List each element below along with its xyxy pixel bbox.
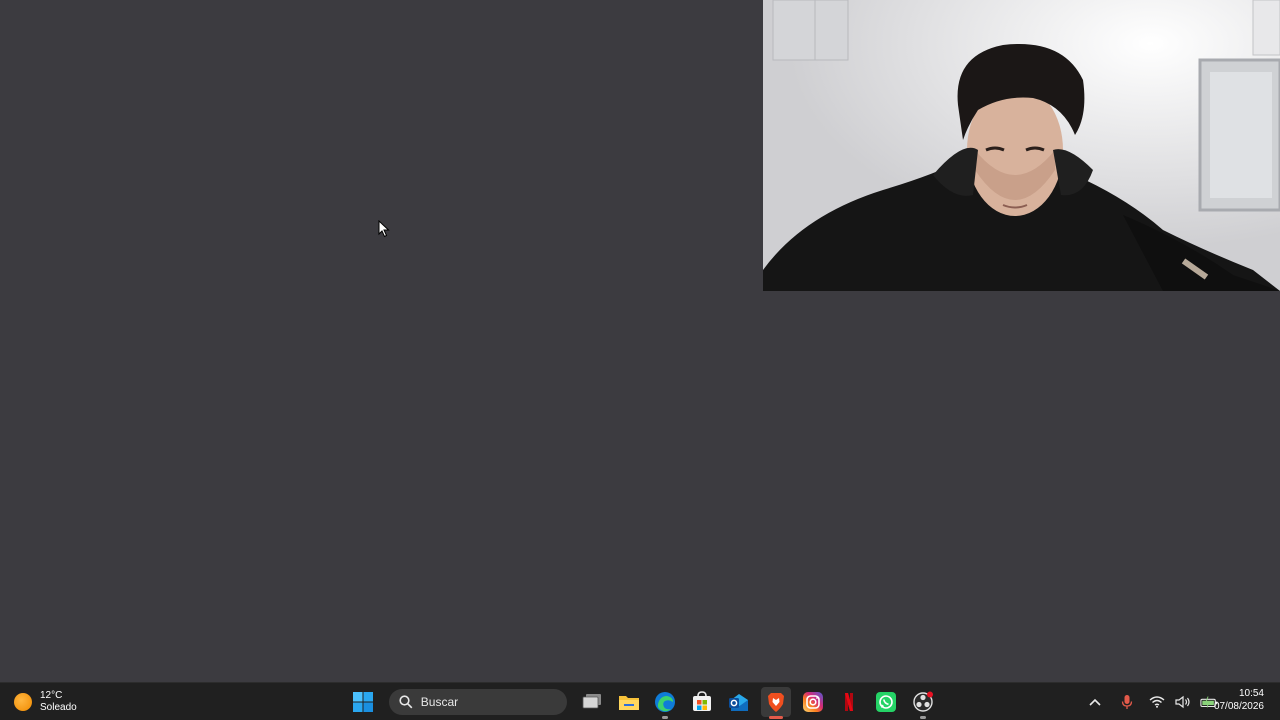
microphone-button[interactable] <box>1118 693 1136 711</box>
folder-icon <box>618 696 639 710</box>
webcam-image <box>763 0 1280 291</box>
search-label: Buscar <box>420 695 459 709</box>
system-tray <box>1086 689 1218 715</box>
network-button[interactable] <box>1148 693 1166 711</box>
wifi-icon <box>1149 696 1165 708</box>
webcam-overlay <box>763 0 1280 291</box>
weather-text: 12°C Soleado <box>40 690 77 714</box>
store-icon <box>693 691 712 711</box>
sun-icon <box>14 693 32 711</box>
start-button[interactable] <box>348 687 378 717</box>
outlook-button[interactable] <box>724 687 754 717</box>
instagram-button[interactable] <box>798 687 828 717</box>
running-indicator <box>919 716 926 719</box>
weather-condition: Soleado <box>40 702 77 713</box>
obs-icon <box>913 691 933 712</box>
search-icon <box>399 695 413 709</box>
clock-date: 07/08/2026 <box>1213 701 1264 712</box>
netflix-button[interactable] <box>834 687 864 717</box>
windows-logo-icon <box>353 692 373 712</box>
show-hidden-icons-button[interactable] <box>1086 693 1104 711</box>
store-button[interactable] <box>687 687 717 717</box>
weather-temperature: 12°C <box>40 690 63 701</box>
obs-button[interactable] <box>908 687 938 719</box>
clock[interactable]: 10:54 07/08/2026 <box>1214 687 1264 713</box>
whatsapp-button[interactable] <box>871 687 901 717</box>
volume-button[interactable] <box>1174 693 1192 711</box>
mouse-cursor-icon <box>378 220 390 238</box>
running-indicator <box>768 716 783 719</box>
speaker-icon <box>1175 695 1190 709</box>
instagram-icon <box>802 692 823 712</box>
outlook-icon <box>728 694 748 711</box>
edge-icon <box>655 692 676 712</box>
file-explorer-button[interactable] <box>614 687 644 717</box>
weather-widget[interactable]: 12°C Soleado <box>14 688 77 716</box>
taskbar-apps: Buscar <box>348 687 945 719</box>
edge-button[interactable] <box>650 687 680 719</box>
whatsapp-icon <box>876 692 897 712</box>
brave-browser-button[interactable] <box>760 687 791 719</box>
brave-lion-icon <box>767 693 784 712</box>
task-view-icon <box>582 694 601 709</box>
search-box[interactable]: Buscar <box>388 689 567 715</box>
netflix-icon <box>845 693 854 711</box>
taskbar: 12°C Soleado Buscar 10:54 07/08/2026 <box>0 682 1280 720</box>
task-view-button[interactable] <box>577 687 607 717</box>
running-indicator <box>662 716 669 719</box>
chevron-up-icon <box>1089 698 1101 706</box>
clock-time: 10:54 <box>1238 688 1264 699</box>
microphone-icon <box>1121 695 1133 709</box>
